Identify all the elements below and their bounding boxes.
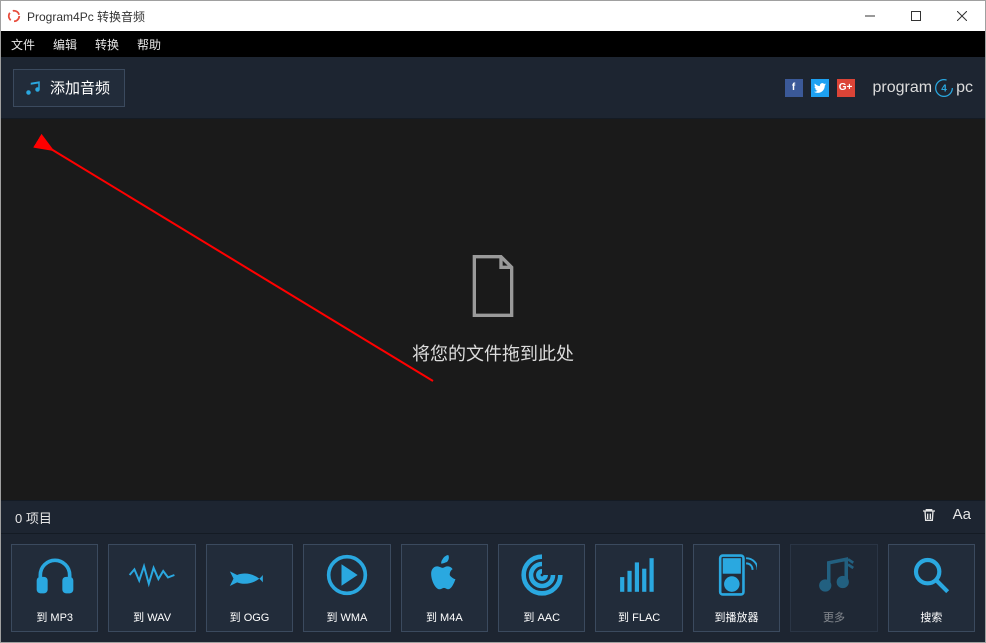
- more-icon: [813, 545, 855, 605]
- format-tile-headphones[interactable]: 到 MP3: [11, 544, 98, 632]
- minimize-button[interactable]: [847, 1, 893, 31]
- status-right: Aa: [921, 506, 971, 529]
- waveform-icon: [128, 545, 176, 605]
- format-label: 到 MP3: [36, 609, 73, 625]
- menu-edit[interactable]: 编辑: [53, 36, 77, 53]
- format-tile-more[interactable]: 更多: [790, 544, 877, 632]
- facebook-icon[interactable]: f: [785, 79, 803, 97]
- font-size-icon[interactable]: Aa: [953, 506, 971, 529]
- format-tile-swirl[interactable]: 到 AAC: [498, 544, 585, 632]
- equalizer-icon: [618, 545, 660, 605]
- format-tile-apple[interactable]: 到 M4A: [401, 544, 488, 632]
- window-title: Program4Pc 转换音频: [27, 8, 847, 25]
- format-label: 到播放器: [715, 609, 759, 625]
- brand-suffix: pc: [956, 79, 973, 97]
- trash-icon[interactable]: [921, 506, 937, 529]
- play-circle-icon: [325, 545, 369, 605]
- format-label: 到 OGG: [230, 609, 270, 625]
- twitter-icon[interactable]: [811, 79, 829, 97]
- format-label: 到 WAV: [133, 609, 171, 625]
- music-note-icon: [24, 78, 42, 98]
- format-label: 到 AAC: [523, 609, 560, 625]
- menu-file[interactable]: 文件: [11, 36, 35, 53]
- format-tile-fish[interactable]: 到 OGG: [206, 544, 293, 632]
- menubar: 文件 编辑 转换 帮助: [1, 31, 985, 57]
- app-window: Program4Pc 转换音频 文件 编辑 转换 帮助 添加音频 f: [0, 0, 986, 643]
- titlebar: Program4Pc 转换音频: [1, 1, 985, 31]
- format-label: 搜索: [920, 609, 942, 625]
- format-tile-equalizer[interactable]: 到 FLAC: [595, 544, 682, 632]
- app-icon: [7, 9, 21, 23]
- format-label: 到 WMA: [326, 609, 367, 625]
- format-label: 更多: [823, 609, 845, 625]
- close-button[interactable]: [939, 1, 985, 31]
- format-label: 到 FLAC: [618, 609, 660, 625]
- menu-help[interactable]: 帮助: [137, 36, 161, 53]
- search-icon: [911, 545, 951, 605]
- toolbar-right: f G+ program 4 pc: [785, 78, 973, 98]
- maximize-button[interactable]: [893, 1, 939, 31]
- brand-prefix: program: [873, 79, 933, 97]
- svg-text:4: 4: [941, 83, 947, 94]
- format-tiles: 到 MP3 到 WAV 到 OGG 到 WMA 到 M4A 到 AAC 到 FLAC 到播放器…: [1, 534, 985, 642]
- menu-convert[interactable]: 转换: [95, 36, 119, 53]
- file-icon: [466, 254, 520, 318]
- swirl-icon: [520, 545, 564, 605]
- format-tile-device[interactable]: 到播放器: [693, 544, 780, 632]
- add-audio-button[interactable]: 添加音频: [13, 69, 125, 107]
- statusbar: 0 项目 Aa: [1, 500, 985, 534]
- dropzone[interactable]: 将您的文件拖到此处: [1, 119, 985, 500]
- brand-4-icon: 4: [934, 78, 954, 98]
- brand-logo[interactable]: program 4 pc: [873, 78, 973, 98]
- apple-icon: [426, 545, 462, 605]
- headphones-icon: [33, 545, 77, 605]
- window-controls: [847, 1, 985, 31]
- format-tile-search[interactable]: 搜索: [888, 544, 975, 632]
- toolbar: 添加音频 f G+ program 4 pc: [1, 57, 985, 119]
- format-tile-play-circle[interactable]: 到 WMA: [303, 544, 390, 632]
- annotation-arrow: [33, 131, 453, 401]
- google-plus-icon[interactable]: G+: [837, 79, 855, 97]
- item-count: 0 项目: [15, 508, 52, 527]
- format-label: 到 M4A: [426, 609, 463, 625]
- device-icon: [717, 545, 757, 605]
- format-tile-waveform[interactable]: 到 WAV: [108, 544, 195, 632]
- add-audio-label: 添加音频: [50, 77, 110, 98]
- fish-icon: [228, 545, 272, 605]
